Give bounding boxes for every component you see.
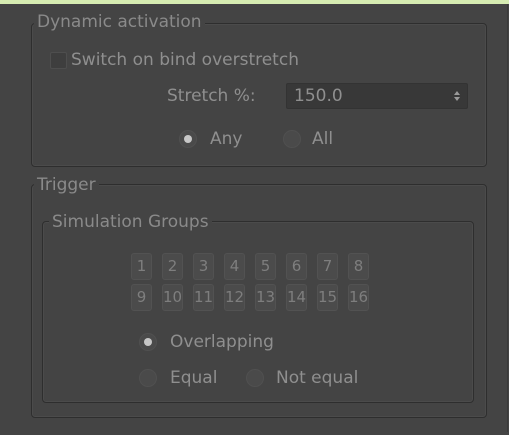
group-button-16[interactable]: 16: [348, 284, 369, 311]
group-button-5[interactable]: 5: [255, 253, 276, 280]
group-button-1[interactable]: 1: [131, 253, 152, 280]
group-button-7[interactable]: 7: [317, 253, 338, 280]
group-button-2[interactable]: 2: [162, 253, 183, 280]
group-button-11[interactable]: 11: [193, 284, 214, 311]
group-button-8[interactable]: 8: [348, 253, 369, 280]
stretch-percent-spinner[interactable]: 150.0: [286, 83, 468, 109]
simulation-groups-title: Simulation Groups: [49, 212, 212, 232]
spinner-arrows-icon[interactable]: [453, 87, 461, 105]
group-button-6[interactable]: 6: [286, 253, 307, 280]
switch-on-bind-overstretch-label: Switch on bind overstretch: [71, 50, 299, 70]
equal-label: Equal: [170, 368, 218, 388]
mode-all-radio[interactable]: [283, 130, 301, 148]
equal-radio[interactable]: [139, 369, 157, 387]
group-button-15[interactable]: 15: [317, 284, 338, 311]
group-button-3[interactable]: 3: [193, 253, 214, 280]
group-button-14[interactable]: 14: [286, 284, 307, 311]
group-button-12[interactable]: 12: [224, 284, 245, 311]
not-equal-label: Not equal: [276, 368, 359, 388]
mode-any-radio[interactable]: [179, 130, 197, 148]
group-button-4[interactable]: 4: [224, 253, 245, 280]
overlapping-label: Overlapping: [170, 332, 274, 352]
mode-all-label: All: [312, 129, 334, 149]
dynamic-activation-title: Dynamic activation: [34, 12, 205, 32]
group-button-13[interactable]: 13: [255, 284, 276, 311]
group-button-9[interactable]: 9: [131, 284, 152, 311]
mode-any-label: Any: [210, 129, 243, 149]
overlapping-radio[interactable]: [139, 333, 157, 351]
trigger-title: Trigger: [34, 175, 99, 195]
switch-on-bind-overstretch-checkbox[interactable]: [50, 52, 67, 69]
stretch-percent-value: 150.0: [294, 86, 343, 106]
stretch-percent-label: Stretch %:: [167, 86, 256, 106]
not-equal-radio[interactable]: [246, 369, 264, 387]
group-button-10[interactable]: 10: [162, 284, 183, 311]
